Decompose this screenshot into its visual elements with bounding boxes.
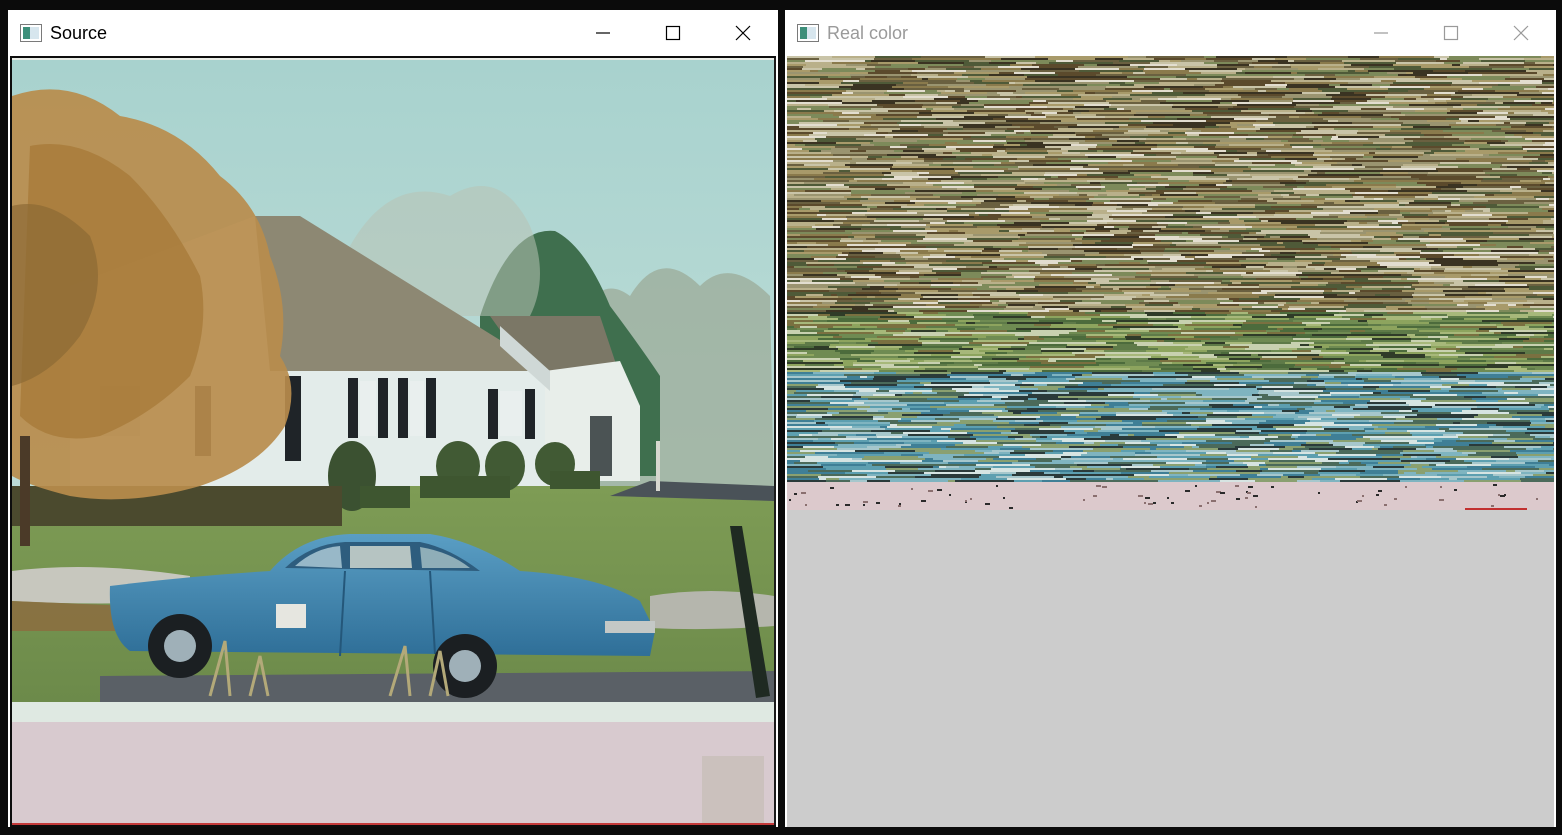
real-color-window: Real color <box>785 10 1556 827</box>
maximize-icon <box>1443 25 1459 41</box>
app-icon <box>797 24 819 42</box>
minimize-button[interactable] <box>1346 10 1416 56</box>
source-window: Source <box>8 10 778 827</box>
real-color-titlebar[interactable]: Real color <box>785 10 1556 56</box>
maximize-button[interactable] <box>638 10 708 56</box>
source-photo <box>12 58 776 825</box>
minimize-icon <box>1374 32 1388 34</box>
real-color-image-area <box>787 56 1554 827</box>
maximize-button[interactable] <box>1416 10 1486 56</box>
minimize-button[interactable] <box>568 10 638 56</box>
source-image-area <box>10 56 776 827</box>
minimize-icon <box>596 32 610 34</box>
window-title: Source <box>50 22 108 43</box>
maximize-icon <box>665 25 681 41</box>
app-icon <box>20 24 42 42</box>
close-button[interactable] <box>708 10 778 56</box>
close-icon <box>735 25 751 41</box>
close-button[interactable] <box>1486 10 1556 56</box>
source-titlebar[interactable]: Source <box>8 10 778 56</box>
window-title: Real color <box>827 22 909 43</box>
scanline-output <box>787 56 1554 827</box>
close-icon <box>1513 25 1529 41</box>
